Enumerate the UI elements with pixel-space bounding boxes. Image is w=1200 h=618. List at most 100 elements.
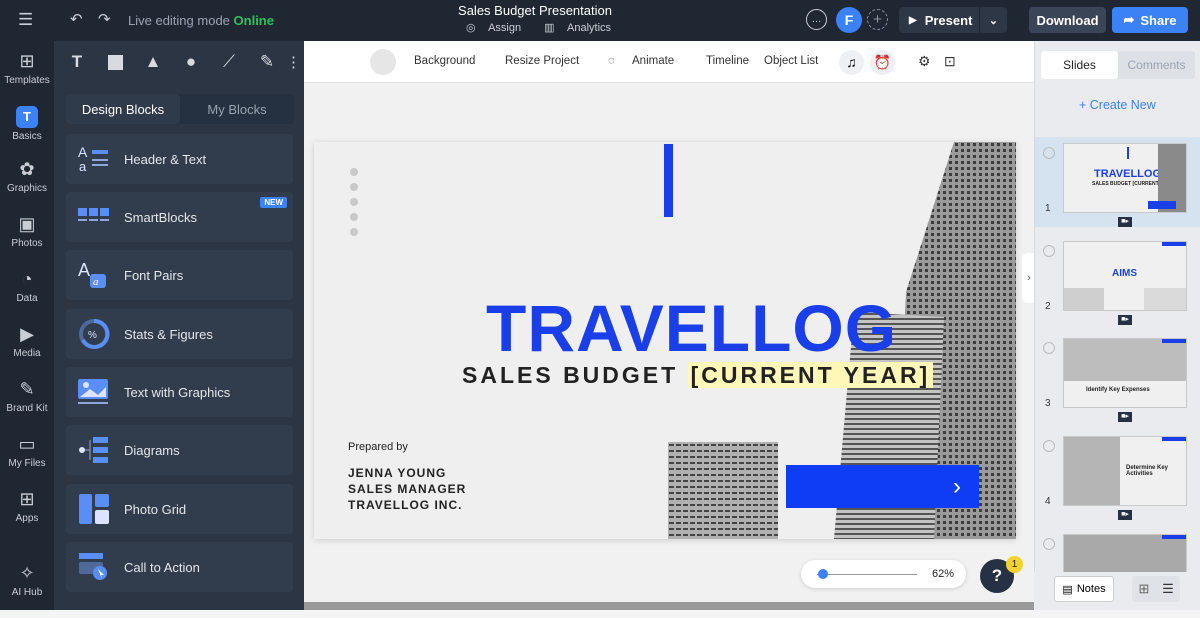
resize-project-button[interactable]: Resize Project xyxy=(505,55,579,67)
graphics-icon: ✿ xyxy=(19,159,35,179)
chat-icon[interactable]: … xyxy=(806,9,827,30)
slide-select-circle[interactable] xyxy=(1043,147,1055,159)
rail-item-ai-hub[interactable]: ✧ AI Hub xyxy=(0,563,54,598)
slide-thumbnail-row[interactable]: 2 AIMS ■▸ xyxy=(1035,235,1200,325)
alarm-clock-icon[interactable]: ⏰ xyxy=(870,50,895,75)
music-icon[interactable]: ♫ xyxy=(839,50,864,75)
create-new-slide-button[interactable]: + Create New xyxy=(1079,98,1156,112)
video-camera-icon[interactable]: ■▸ xyxy=(1118,412,1132,422)
rail-item-my-files[interactable]: ▭ My Files xyxy=(0,434,54,469)
analytics-link[interactable]: ▥ Analytics xyxy=(544,22,621,34)
share-button[interactable]: ➦ Share xyxy=(1112,7,1188,33)
block-smartblocks[interactable]: SmartBlocks NEW xyxy=(66,192,293,242)
animate-button[interactable]: Animate xyxy=(632,55,674,67)
download-button[interactable]: Download xyxy=(1029,7,1106,33)
video-camera-icon[interactable]: ■▸ xyxy=(1118,510,1132,520)
mode-label: Live editing mode xyxy=(128,13,230,28)
slide-select-circle[interactable] xyxy=(1043,342,1055,354)
block-diagrams[interactable]: Diagrams xyxy=(66,425,293,475)
block-font-pairs[interactable]: Aa Font Pairs xyxy=(66,250,293,300)
slide-thumbnail-row[interactable]: 1 TRAVELLOG SALES BUDGET [CURRENT YEAR] … xyxy=(1035,137,1200,227)
sparkle-icon: ✧ xyxy=(19,563,35,583)
rail-label: AI Hub xyxy=(11,587,43,598)
animate-icon[interactable]: ◌ xyxy=(608,55,615,67)
pen-tool-icon[interactable]: ✎ xyxy=(254,49,280,75)
slide-title[interactable]: TRAVELLOG xyxy=(486,290,897,366)
text-tool-icon[interactable]: T xyxy=(64,49,90,75)
line-tool-icon[interactable]: ⟋ xyxy=(216,49,242,75)
next-arrow-box[interactable]: › xyxy=(786,465,979,508)
timeline-button[interactable]: Timeline xyxy=(706,55,749,67)
subtitle-highlight: [CURRENT YEAR] xyxy=(687,362,934,388)
user-avatar[interactable]: F xyxy=(836,7,862,33)
prepared-by-label[interactable]: Prepared by xyxy=(348,441,408,453)
slide-subtitle[interactable]: SALES BUDGET [CURRENT YEAR] xyxy=(462,362,934,389)
slide-select-circle[interactable] xyxy=(1043,440,1055,452)
object-list-button[interactable]: Object List xyxy=(764,55,818,67)
more-tools-icon[interactable]: ⋮ xyxy=(286,53,301,71)
call-to-action-icon xyxy=(76,551,112,583)
ai-image-icon[interactable]: ⊡ xyxy=(944,53,956,70)
video-camera-icon[interactable]: ■▸ xyxy=(1118,217,1132,227)
rail-item-templates[interactable]: ⊞ Templates xyxy=(0,51,54,86)
video-camera-icon[interactable]: ■▸ xyxy=(1118,315,1132,325)
grid-view-icon[interactable]: ⊞ xyxy=(1132,576,1156,602)
slide-thumbnail[interactable]: Identify Key Expenses xyxy=(1063,338,1187,408)
slide-canvas[interactable]: TRAVELLOG SALES BUDGET [CURRENT YEAR] Pr… xyxy=(314,142,1016,539)
rail-item-apps[interactable]: ⊞ Apps xyxy=(0,489,54,524)
assign-link[interactable]: ◎ Assign xyxy=(466,22,531,34)
slide-number: 3 xyxy=(1045,398,1051,409)
block-label: Diagrams xyxy=(124,442,180,458)
circle-tool-icon[interactable]: ● xyxy=(178,49,204,75)
horizontal-scrollbar[interactable] xyxy=(304,602,1034,610)
slide-thumbnail[interactable]: AIMS xyxy=(1063,241,1187,311)
slide-thumbnail[interactable]: TRAVELLOG SALES BUDGET [CURRENT YEAR] xyxy=(1063,143,1187,213)
slide-select-circle[interactable] xyxy=(1043,538,1055,550)
settings-gear-icon[interactable]: ⚙ xyxy=(918,53,931,70)
left-rail: ⊞ Templates T Basics ✿ Graphics ▣ Photos ◔ Da… xyxy=(0,41,54,610)
background-button[interactable]: Background xyxy=(414,55,475,67)
undo-icon[interactable]: ↶ xyxy=(70,10,83,28)
add-collaborator-icon[interactable]: + xyxy=(867,9,888,30)
tab-my-blocks[interactable]: My Blocks xyxy=(180,94,294,124)
present-dropdown-chevron-icon[interactable]: ⌄ xyxy=(979,7,1007,33)
tab-comments[interactable]: Comments xyxy=(1118,51,1195,79)
slide-thumbnail-row[interactable]: 3 Identify Key Expenses ■▸ xyxy=(1035,332,1200,422)
background-color-swatch[interactable] xyxy=(370,49,396,75)
list-view-icon[interactable]: ☰ xyxy=(1156,576,1180,602)
zoom-slider-handle[interactable] xyxy=(818,569,828,579)
rail-item-graphics[interactable]: ✿ Graphics xyxy=(0,159,54,194)
rectangle-tool-icon[interactable] xyxy=(102,49,128,75)
slides-panel-tabs: Slides Comments xyxy=(1041,51,1195,79)
tab-design-blocks[interactable]: Design Blocks xyxy=(66,94,180,124)
slide-number: 1 xyxy=(1045,203,1051,214)
redo-icon[interactable]: ↷ xyxy=(98,10,111,28)
project-title[interactable]: Sales Budget Presentation xyxy=(440,3,630,18)
block-photo-grid[interactable]: Photo Grid xyxy=(66,484,293,534)
thumb-title: TRAVELLOG xyxy=(1094,168,1162,180)
zoom-control: 62% xyxy=(801,560,966,588)
block-header-text[interactable]: Aa Header & Text xyxy=(66,134,293,184)
rail-item-basics[interactable]: T Basics xyxy=(0,106,54,142)
rail-item-media[interactable]: ▶ Media xyxy=(0,324,54,359)
notes-button[interactable]: ▤ Notes xyxy=(1054,576,1114,602)
slide-number: 4 xyxy=(1045,496,1051,507)
slide-select-circle[interactable] xyxy=(1043,245,1055,257)
block-call-to-action[interactable]: Call to Action xyxy=(66,542,293,592)
block-tabs: Design Blocks My Blocks xyxy=(66,94,294,124)
rail-item-photos[interactable]: ▣ Photos xyxy=(0,214,54,249)
triangle-tool-icon[interactable]: ▲ xyxy=(140,49,166,75)
rail-item-data[interactable]: ◔ Data xyxy=(0,269,54,304)
slide-thumbnail-row[interactable]: 4 Determine Key Activities ■▸ xyxy=(1035,430,1200,520)
hamburger-menu-icon[interactable]: ☰ xyxy=(18,10,33,30)
present-button[interactable]: ▶ Present ⌄ xyxy=(899,7,1007,33)
header-text-icon: Aa xyxy=(76,143,112,175)
presenter-info[interactable]: JENNA YOUNG SALES MANAGER TRAVELLOG INC. xyxy=(348,465,466,513)
zoom-slider-track[interactable] xyxy=(817,574,917,575)
rail-label: My Files xyxy=(8,458,46,469)
rail-item-brand-kit[interactable]: ✎ Brand Kit xyxy=(0,379,54,414)
slide-thumbnail[interactable]: Determine Key Activities xyxy=(1063,436,1187,506)
tab-slides[interactable]: Slides xyxy=(1041,51,1118,79)
block-stats-figures[interactable]: % Stats & Figures xyxy=(66,309,293,359)
block-text-with-graphics[interactable]: Text with Graphics xyxy=(66,367,293,417)
